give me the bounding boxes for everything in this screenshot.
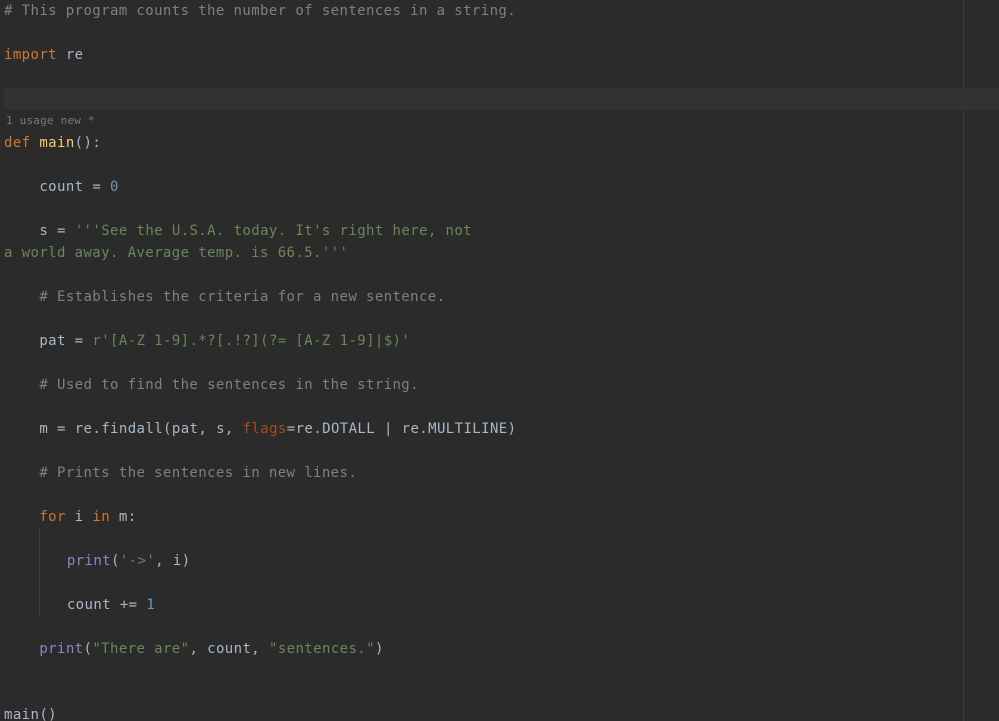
blank-line[interactable] <box>4 264 999 286</box>
blank-line[interactable] <box>4 396 999 418</box>
code-line[interactable]: # This program counts the number of sent… <box>4 0 999 22</box>
current-line[interactable] <box>4 88 999 110</box>
arg-s: s <box>216 421 225 437</box>
module-name: re <box>66 47 84 63</box>
builtin-print: print <box>39 641 83 657</box>
blank-line[interactable] <box>4 352 999 374</box>
code-line[interactable]: # Establishes the criteria for a new sen… <box>4 286 999 308</box>
blank-line[interactable] <box>4 660 999 682</box>
code-line[interactable]: count = 0 <box>4 176 999 198</box>
var-count: count <box>39 179 83 195</box>
call-main: main <box>4 707 39 721</box>
blank-line[interactable] <box>4 308 999 330</box>
string-literal: "There are" <box>92 641 189 657</box>
code-line[interactable]: count += 1 <box>4 594 999 616</box>
code-line[interactable]: import re <box>4 44 999 66</box>
module-ref: re <box>402 421 420 437</box>
keyword-def: def <box>4 135 31 151</box>
colon: : <box>128 509 137 525</box>
const-dotall: DOTALL <box>322 421 375 437</box>
method-findall: findall <box>101 421 163 437</box>
string-literal: "sentences." <box>269 641 375 657</box>
string-literal: '[A-Z 1-9].*?[.!?](?= [A-Z 1-9]|$)' <box>101 333 410 349</box>
var-count: count <box>67 597 111 613</box>
code-line[interactable]: main() <box>4 704 999 721</box>
equals: = <box>57 223 66 239</box>
comment: # Establishes the criteria for a new sen… <box>39 289 445 305</box>
var-pat: pat <box>39 333 66 349</box>
keyword-in: in <box>92 509 110 525</box>
function-name: main <box>39 135 74 151</box>
colon: : <box>92 135 101 151</box>
keyword-import: import <box>4 47 57 63</box>
const-multiline: MULTILINE <box>428 421 507 437</box>
code-line[interactable]: print("There are", count, "sentences.") <box>4 638 999 660</box>
code-line[interactable]: def main(): <box>4 132 999 154</box>
var-count: count <box>207 641 251 657</box>
var-s: s <box>39 223 48 239</box>
plus-equals: += <box>120 597 138 613</box>
blank-line[interactable] <box>4 682 999 704</box>
blank-line[interactable] <box>4 528 999 550</box>
code-line[interactable]: m = re.findall(pat, s, flags=re.DOTALL |… <box>4 418 999 440</box>
string-literal: '->' <box>120 553 155 569</box>
equals: = <box>57 421 66 437</box>
parens: () <box>39 707 57 721</box>
blank-line[interactable] <box>4 572 999 594</box>
var-i: i <box>75 509 84 525</box>
code-line[interactable]: print('->', i) <box>4 550 999 572</box>
code-line[interactable]: s = '''See the U.S.A. today. It's right … <box>4 220 999 242</box>
code-line[interactable]: pat = r'[A-Z 1-9].*?[.!?](?= [A-Z 1-9]|$… <box>4 330 999 352</box>
var-i: i <box>173 553 182 569</box>
var-m: m <box>119 509 128 525</box>
comment: # This program counts the number of sent… <box>4 3 516 19</box>
code-line[interactable]: a world away. Average temp. is 66.5.''' <box>4 242 999 264</box>
var-m: m <box>39 421 48 437</box>
kwarg-flags: flags <box>243 421 287 437</box>
author-hint: new * <box>61 114 95 127</box>
arg-pat: pat <box>172 421 199 437</box>
code-line[interactable]: # Used to find the sentences in the stri… <box>4 374 999 396</box>
number-literal: 0 <box>110 179 119 195</box>
inlay-hints: 1 usage new * <box>4 110 999 132</box>
string-literal: a world away. Average temp. is 66.5.''' <box>4 245 348 261</box>
usage-hint: 1 usage <box>6 114 54 127</box>
parens: () <box>75 135 93 151</box>
code-area[interactable]: # This program counts the number of sent… <box>0 0 999 721</box>
equals: = <box>92 179 101 195</box>
blank-line[interactable] <box>4 484 999 506</box>
code-line[interactable]: for i in m: <box>4 506 999 528</box>
raw-prefix: r <box>92 333 101 349</box>
blank-line[interactable] <box>4 66 999 88</box>
code-line[interactable]: # Prints the sentences in new lines. <box>4 462 999 484</box>
builtin-print: print <box>67 553 111 569</box>
blank-line[interactable] <box>4 440 999 462</box>
keyword-for: for <box>39 509 66 525</box>
equals: = <box>75 333 84 349</box>
comment: # Used to find the sentences in the stri… <box>39 377 419 393</box>
string-literal: '''See the U.S.A. today. It's right here… <box>75 223 472 239</box>
blank-line[interactable] <box>4 22 999 44</box>
blank-line[interactable] <box>4 616 999 638</box>
code-editor[interactable]: # This program counts the number of sent… <box>0 0 999 721</box>
module-ref: re <box>296 421 314 437</box>
comment: # Prints the sentences in new lines. <box>39 465 357 481</box>
blank-line[interactable] <box>4 198 999 220</box>
number-literal: 1 <box>146 597 155 613</box>
module-ref: re <box>75 421 93 437</box>
blank-line[interactable] <box>4 154 999 176</box>
